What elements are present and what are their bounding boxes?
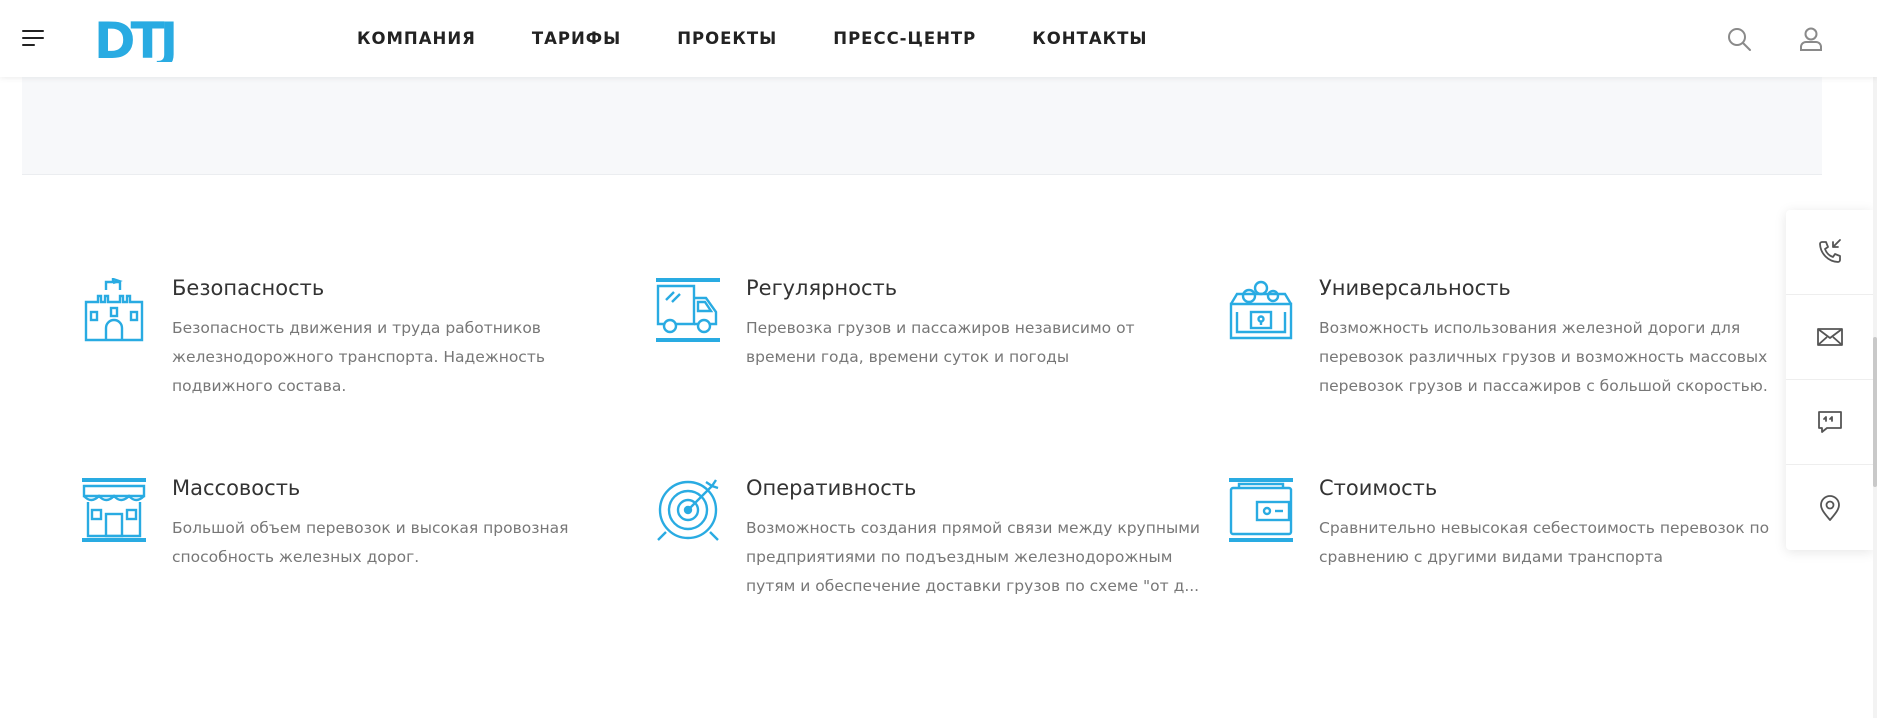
page: DTJ КОМПАНИЯ ТАРИФЫ ПРОЕКТЫ ПРЕСС-ЦЕНТР … [0,0,1877,718]
feature-text: Возможность использования железной дорог… [1319,319,1768,395]
nav-item-press-center[interactable]: ПРЕСС-ЦЕНТР [833,29,976,48]
burger-menu-icon[interactable] [22,30,44,46]
site-header: DTJ КОМПАНИЯ ТАРИФЫ ПРОЕКТЫ ПРЕСС-ЦЕНТР … [0,0,1877,77]
page-scrollbar[interactable] [1873,77,1877,718]
phone-callback-icon [1818,239,1841,263]
scrollbar-thumb[interactable] [1873,337,1877,487]
sidebar-item-callback[interactable] [1786,210,1873,295]
top-content-band [22,77,1822,175]
truck-icon [656,278,720,342]
nav-item-projects[interactable]: ПРОЕКТЫ [677,29,777,48]
location-pin-icon [1819,494,1840,521]
feature-text: Перевозка грузов и пассажиров независимо… [746,319,1135,366]
feature-title: Стоимость [1319,476,1438,500]
feature-text: Большой объем перевозок и высокая провоз… [172,519,569,566]
feature-title: Безопасность [172,276,325,300]
mail-icon [1816,328,1843,346]
sidebar-item-mail[interactable] [1786,295,1873,380]
treasure-chest-icon [1229,280,1293,340]
feature-text: Возможность создания прямой связи между … [746,519,1201,595]
main-nav: КОМПАНИЯ ТАРИФЫ ПРОЕКТЫ ПРЕСС-ЦЕНТР КОНТ… [357,0,1203,77]
nav-item-company[interactable]: КОМПАНИЯ [357,29,476,48]
feature-title: Массовость [172,476,301,500]
user-icon[interactable] [1798,26,1824,52]
contact-sidebar [1786,210,1873,550]
store-icon [82,478,146,542]
target-icon [657,479,719,541]
nav-item-contacts[interactable]: КОНТАКТЫ [1032,29,1147,48]
svg-text:DTJ: DTJ [94,16,174,62]
wallet-icon [1229,478,1293,542]
sidebar-item-chat[interactable] [1786,380,1873,465]
search-icon[interactable] [1726,26,1752,52]
castle-icon [84,278,144,342]
sidebar-item-location[interactable] [1786,465,1873,550]
logo[interactable]: DTJ [92,16,204,62]
feature-text: Безопасность движения и труда работников… [172,319,545,395]
nav-item-tariffs[interactable]: ТАРИФЫ [532,29,621,48]
feature-title: Регулярность [746,276,898,300]
feature-text: Сравнительно невысокая себестоимость пер… [1319,519,1770,566]
chat-icon [1817,411,1842,433]
feature-title: Универсальность [1319,276,1511,300]
feature-title: Оперативность [746,476,917,500]
